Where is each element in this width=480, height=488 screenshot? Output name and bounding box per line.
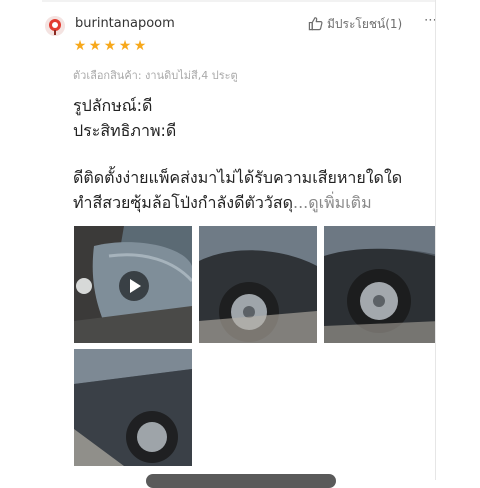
- see-more-link[interactable]: ...ดูเพิ่มเติม: [293, 193, 372, 212]
- review-photo-thumbnail[interactable]: [324, 226, 435, 343]
- review-photo-thumbnail[interactable]: [199, 226, 317, 343]
- play-icon[interactable]: [119, 271, 149, 301]
- attribute-performance: ประสิทธิภาพ:ดี: [73, 121, 177, 140]
- more-options-icon[interactable]: ⋯: [424, 13, 435, 28]
- variation-label: ตัวเลือกสินค้า: งานดิบไม่สี,4 ประตู: [73, 69, 238, 82]
- star-icon: ★: [133, 38, 147, 54]
- review-body-line-2: ทำสีสวยซุ้มล้อโป่งกำลังดีตัววัสดุ...ดูเพ…: [73, 191, 435, 216]
- review-photo-thumbnail[interactable]: [74, 349, 192, 466]
- avatar[interactable]: [45, 16, 65, 36]
- thumbs-up-icon: [308, 16, 323, 34]
- star-icon: ★: [73, 38, 87, 54]
- review-video-thumbnail[interactable]: [74, 226, 192, 343]
- bottom-action-bar[interactable]: [146, 474, 336, 488]
- attribute-appearance: รูปลักษณ์:ดี: [73, 96, 153, 115]
- divider: [42, 0, 435, 2]
- review-body-line-1: ดีติดตั้งง่ายแพ็คส่งมาไม่ได้รับความเสียห…: [73, 168, 403, 187]
- star-icon: ★: [88, 38, 102, 54]
- rating-stars: ★ ★ ★ ★ ★: [73, 38, 147, 54]
- star-icon: ★: [118, 38, 132, 54]
- review-body-text: ทำสีสวยซุ้มล้อโป่งกำลังดีตัววัสดุ: [73, 193, 293, 212]
- helpful-count-label: มีประโยชน์(1): [327, 17, 403, 31]
- review-card: burintanapoom ★ ★ ★ ★ ★ มีประโยชน์(1) ⋯ …: [42, 0, 436, 480]
- helpful-button[interactable]: มีประโยชน์(1): [308, 15, 402, 34]
- star-icon: ★: [103, 38, 117, 54]
- username[interactable]: burintanapoom: [75, 16, 175, 31]
